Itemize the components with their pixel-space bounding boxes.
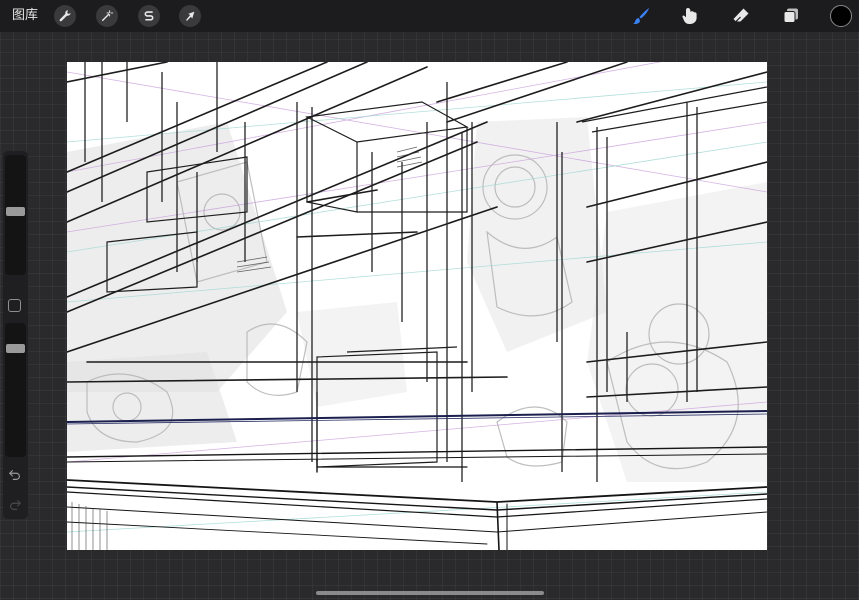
color-picker[interactable] [830, 5, 852, 27]
square-icon[interactable] [8, 299, 21, 312]
brush-size-thumb[interactable] [6, 207, 25, 216]
top-toolbar: 图库 [0, 0, 859, 32]
layers-icon[interactable] [779, 4, 803, 28]
eraser-icon[interactable] [729, 4, 753, 28]
smudge-icon[interactable] [678, 4, 702, 28]
undo-icon[interactable] [7, 467, 23, 483]
redo-icon[interactable] [7, 497, 23, 513]
opacity-slider[interactable] [5, 323, 26, 457]
brush-size-slider[interactable] [5, 155, 26, 275]
home-indicator[interactable] [316, 591, 544, 595]
brush-icon[interactable] [629, 4, 653, 28]
magic-wand-icon[interactable] [96, 5, 118, 27]
wrench-icon[interactable] [54, 5, 76, 27]
opacity-thumb[interactable] [6, 344, 25, 353]
arrow-cursor-icon[interactable] [179, 5, 201, 27]
selection-s-icon[interactable] [138, 5, 160, 27]
gallery-button[interactable]: 图库 [12, 7, 38, 25]
left-sidebar [3, 151, 28, 519]
drawing-canvas[interactable] [67, 62, 767, 550]
perspective-sketch [67, 62, 767, 550]
